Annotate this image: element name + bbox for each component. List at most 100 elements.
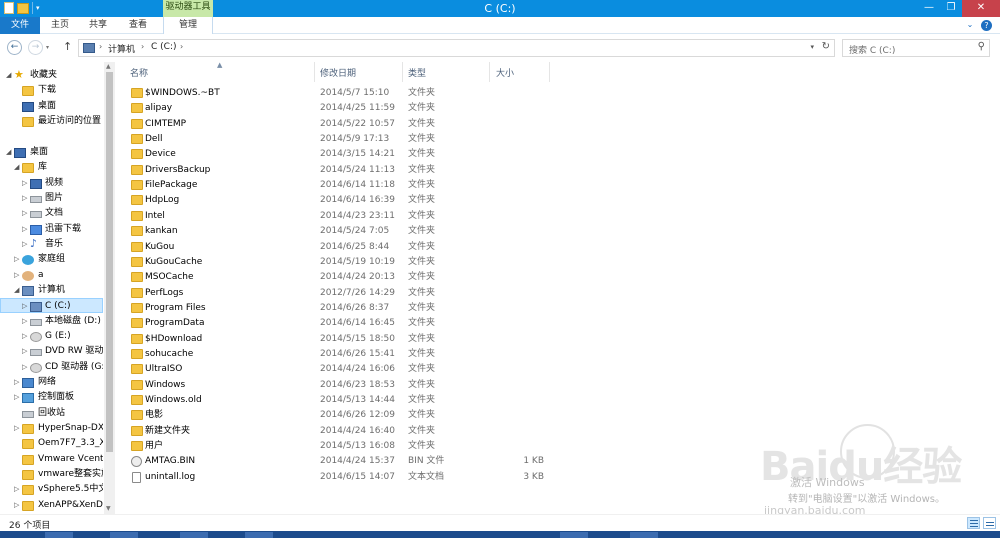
tree-item-pictures[interactable]: ▷ 图片	[0, 191, 103, 206]
tree-item-recent-places[interactable]: 最近访问的位置	[0, 114, 103, 129]
expand-arrow-icon[interactable]: ▷	[14, 268, 19, 283]
tree-item-xenapp[interactable]: ▷ XenAPP&XenDe	[0, 498, 103, 513]
folder-row[interactable]: MSOCache 2014/4/24 20:13 文件夹	[116, 270, 1000, 285]
tree-item-recycle-bin[interactable]: 回收站	[0, 406, 103, 421]
folder-row[interactable]: DriversBackup 2014/5/24 11:13 文件夹	[116, 163, 1000, 178]
collapse-arrow-icon[interactable]: ◢	[14, 283, 19, 298]
tree-item-drive-d[interactable]: ▷ 本地磁盘 (D:)	[0, 314, 103, 329]
close-button[interactable]: ✕	[962, 0, 1000, 17]
expand-arrow-icon[interactable]: ▷	[22, 360, 27, 375]
expand-arrow-icon[interactable]: ▷	[14, 252, 19, 267]
expand-arrow-icon[interactable]: ▷	[22, 191, 27, 206]
expand-ribbon-icon[interactable]: ⌄	[965, 20, 975, 30]
expand-arrow-icon[interactable]: ▷	[22, 176, 27, 191]
expand-arrow-icon[interactable]: ▷	[22, 314, 27, 329]
tree-item-vmware-vcenter[interactable]: Vmware Vcente	[0, 452, 103, 467]
folder-row[interactable]: FilePackage 2014/6/14 11:18 文件夹	[116, 178, 1000, 193]
expand-arrow-icon[interactable]: ▷	[14, 498, 19, 513]
tree-item-computer[interactable]: ◢ 计算机	[0, 283, 103, 298]
tree-item-desktop[interactable]: ◢ 桌面	[0, 145, 103, 160]
forward-button[interactable]: →	[28, 40, 43, 55]
taskbar-app-button[interactable]	[110, 532, 138, 538]
column-divider[interactable]	[402, 62, 403, 82]
expand-arrow-icon[interactable]: ▷	[22, 299, 27, 312]
tree-item-documents[interactable]: ▷ 文档	[0, 206, 103, 221]
expand-arrow-icon[interactable]: ▷	[14, 375, 19, 390]
breadcrumb-separator-icon[interactable]: ›	[99, 42, 102, 51]
expand-arrow-icon[interactable]: ▷	[22, 206, 27, 221]
tree-item-user-a[interactable]: ▷ a	[0, 268, 103, 283]
expand-arrow-icon[interactable]: ▷	[22, 329, 27, 344]
breadcrumb-drive-c[interactable]: C (C:)	[151, 42, 176, 52]
expand-arrow-icon[interactable]: ▷	[22, 222, 27, 237]
address-history-dropdown-icon[interactable]: ▾	[810, 43, 814, 51]
scroll-down-icon[interactable]: ▼	[106, 505, 111, 512]
folder-row[interactable]: Program Files 2014/6/26 8:37 文件夹	[116, 301, 1000, 316]
tree-item-vsphere[interactable]: ▷ vSphere5.5中文	[0, 482, 103, 497]
tree-item-network[interactable]: ▷ 网络	[0, 375, 103, 390]
taskbar-app-button[interactable]	[630, 532, 658, 538]
tree-item-cd-drive[interactable]: ▷ CD 驱动器 (G:)	[0, 360, 103, 375]
scrollbar-thumb[interactable]	[106, 72, 113, 452]
expand-arrow-icon[interactable]: ▷	[22, 237, 27, 252]
taskbar-app-button[interactable]	[245, 532, 273, 538]
folder-row[interactable]: KuGouCache 2014/5/19 10:19 文件夹	[116, 255, 1000, 270]
taskbar-app-button[interactable]	[180, 532, 208, 538]
tree-item-dvd-rw[interactable]: ▷ DVD RW 驱动器	[0, 344, 103, 359]
breadcrumb-computer[interactable]: 计算机	[108, 42, 135, 55]
folder-row[interactable]: HdpLog 2014/6/14 16:39 文件夹	[116, 193, 1000, 208]
tree-item-homegroup[interactable]: ▷ 家庭组	[0, 252, 103, 267]
tab-view[interactable]: 查看	[122, 17, 154, 34]
breadcrumb-separator-icon[interactable]: ›	[180, 42, 183, 51]
tree-item-desktop-fav[interactable]: 桌面	[0, 99, 103, 114]
folder-row[interactable]: CIMTEMP 2014/5/22 10:57 文件夹	[116, 117, 1000, 132]
back-button[interactable]: ←	[7, 40, 22, 55]
tree-item-vmware-suite[interactable]: vmware整套实施	[0, 467, 103, 482]
tree-item-favorites[interactable]: ◢ ★ 收藏夹	[0, 68, 103, 83]
column-header-date[interactable]: 修改日期	[320, 66, 356, 79]
folder-row[interactable]: ProgramData 2014/6/14 16:45 文件夹	[116, 316, 1000, 331]
tree-item-oem[interactable]: Oem7F7_3.3_Xi	[0, 436, 103, 451]
collapse-arrow-icon[interactable]: ◢	[6, 68, 11, 83]
minimize-button[interactable]: —	[918, 0, 940, 17]
tree-item-drive-c[interactable]: ▷ C (C:)	[0, 298, 103, 313]
tab-manage[interactable]: 管理	[163, 17, 213, 34]
scroll-up-icon[interactable]: ▲	[106, 63, 111, 70]
collapse-arrow-icon[interactable]: ◢	[6, 145, 11, 160]
expand-arrow-icon[interactable]: ▷	[22, 344, 27, 359]
folder-row[interactable]: kankan 2014/5/24 7:05 文件夹	[116, 224, 1000, 239]
folder-row[interactable]: Dell 2014/5/9 17:13 文件夹	[116, 132, 1000, 147]
tree-item-downloads[interactable]: 下载	[0, 83, 103, 98]
refresh-icon[interactable]: ↻	[822, 41, 830, 52]
folder-row[interactable]: $HDownload 2014/5/15 18:50 文件夹	[116, 332, 1000, 347]
folder-row[interactable]: Device 2014/3/15 14:21 文件夹	[116, 147, 1000, 162]
folder-row[interactable]: Windows 2014/6/23 18:53 文件夹	[116, 378, 1000, 393]
tree-item-videos[interactable]: ▷ 视频	[0, 176, 103, 191]
maximize-button[interactable]: ❐	[940, 0, 962, 17]
large-icons-view-button[interactable]	[983, 517, 996, 529]
expand-arrow-icon[interactable]: ▷	[14, 390, 19, 405]
column-divider[interactable]	[314, 62, 315, 82]
recent-locations-dropdown-icon[interactable]: ▾	[46, 44, 49, 51]
tree-item-hypersnap[interactable]: ▷ HyperSnap-DX	[0, 421, 103, 436]
folder-row[interactable]: PerfLogs 2012/7/26 14:29 文件夹	[116, 286, 1000, 301]
help-icon[interactable]: ?	[981, 20, 992, 31]
navigation-pane-scrollbar[interactable]: ▲ ▼	[104, 62, 115, 514]
tree-item-thunder-downloads[interactable]: ▷ 迅雷下载	[0, 222, 103, 237]
expand-arrow-icon[interactable]: ▷	[14, 421, 19, 436]
column-header-name[interactable]: 名称	[130, 66, 148, 79]
search-icon[interactable]: ⚲	[978, 41, 985, 52]
tab-share[interactable]: 共享	[82, 17, 114, 34]
folder-row[interactable]: Windows.old 2014/5/13 14:44 文件夹	[116, 393, 1000, 408]
folder-row[interactable]: sohucache 2014/6/26 15:41 文件夹	[116, 347, 1000, 362]
breadcrumb-separator-icon[interactable]: ›	[141, 42, 144, 51]
column-header-type[interactable]: 类型	[408, 66, 426, 79]
tab-home[interactable]: 主页	[44, 17, 76, 34]
folder-row[interactable]: KuGou 2014/6/25 8:44 文件夹	[116, 240, 1000, 255]
expand-arrow-icon[interactable]: ▷	[14, 482, 19, 497]
folder-row[interactable]: Intel 2014/4/23 23:11 文件夹	[116, 209, 1000, 224]
tree-item-music[interactable]: ▷ ♪ 音乐	[0, 237, 103, 252]
taskbar-app-button[interactable]	[560, 532, 588, 538]
tree-item-control-panel[interactable]: ▷ 控制面板	[0, 390, 103, 405]
folder-row[interactable]: alipay 2014/4/25 11:59 文件夹	[116, 101, 1000, 116]
